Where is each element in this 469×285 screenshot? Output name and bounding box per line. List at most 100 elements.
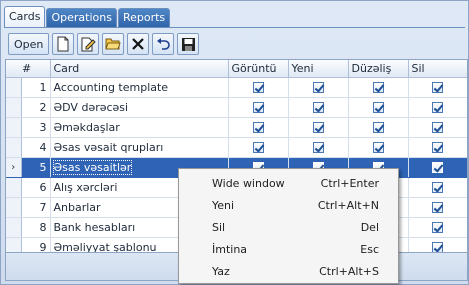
yeni-checkbox[interactable] — [312, 82, 324, 93]
sil-checkbox[interactable] — [432, 242, 443, 252]
new-button[interactable] — [52, 33, 75, 55]
sil-cell — [408, 237, 467, 252]
tab-cards[interactable]: Cards — [4, 6, 46, 28]
menu-item-wide-window[interactable]: Wide window Ctrl+Enter — [179, 172, 398, 194]
column-header-duzelis[interactable]: Düzəliş — [348, 60, 409, 78]
menu-item-shortcut: Ctrl+Alt+S — [319, 264, 379, 278]
yeni-checkbox[interactable] — [312, 142, 324, 153]
card-cell[interactable]: Əməkdaşlar — [50, 117, 229, 138]
sil-checkbox[interactable] — [432, 122, 443, 133]
table-row[interactable]: 2 ƏDV dərəcəsi — [6, 97, 467, 118]
edit-document-icon — [80, 36, 97, 52]
menu-item-label: İmtina — [212, 242, 248, 256]
goruntu-cell — [228, 137, 289, 158]
row-number: 3 — [21, 117, 51, 138]
menu-item-shortcut: Esc — [360, 242, 379, 256]
goruntu-cell — [228, 77, 289, 98]
context-menu: Wide window Ctrl+Enter Yeni Ctrl+Alt+N S… — [178, 168, 399, 284]
edit-button[interactable] — [77, 33, 100, 55]
duzelis-checkbox[interactable] — [372, 82, 384, 93]
sil-checkbox[interactable] — [432, 142, 443, 153]
menu-item-shortcut: Ctrl+Alt+N — [317, 198, 379, 212]
yeni-cell — [288, 77, 349, 98]
row-number: 7 — [21, 197, 51, 218]
open-button[interactable]: Open — [8, 33, 50, 55]
duzelis-cell — [348, 117, 409, 138]
row-number: 4 — [21, 137, 51, 158]
goruntu-checkbox[interactable] — [252, 122, 264, 133]
duzelis-checkbox[interactable] — [372, 142, 384, 153]
duzelis-checkbox[interactable] — [372, 102, 384, 113]
save-icon — [181, 37, 196, 52]
menu-item-yaz[interactable]: Yaz Ctrl+Alt+S — [179, 260, 398, 282]
table-row[interactable]: 1 Accounting template — [6, 77, 467, 98]
duzelis-cell — [348, 97, 409, 118]
card-cell[interactable]: ƏDV dərəcəsi — [50, 97, 229, 118]
card-name: Anbarlar — [53, 200, 101, 214]
sil-checkbox[interactable] — [432, 222, 443, 233]
toolbar: Open — [8, 32, 202, 56]
sil-checkbox[interactable] — [432, 182, 443, 193]
sil-checkbox[interactable] — [432, 82, 443, 93]
tab-reports[interactable]: Reports — [117, 8, 171, 28]
row-number: 9 — [21, 237, 51, 252]
menu-item-shortcut: Del — [360, 220, 379, 234]
row-number: 8 — [21, 217, 51, 238]
open-folder-button[interactable] — [102, 33, 125, 55]
row-indicator[interactable] — [6, 117, 22, 138]
yeni-checkbox[interactable] — [312, 122, 324, 133]
open-folder-icon — [105, 37, 122, 51]
yeni-cell — [288, 137, 349, 158]
tab-operations[interactable]: Operations — [46, 8, 117, 28]
goruntu-checkbox[interactable] — [252, 142, 264, 153]
row-indicator[interactable] — [6, 217, 22, 238]
menu-item-label: Sil — [212, 220, 226, 234]
yeni-checkbox[interactable] — [312, 102, 324, 113]
sil-cell — [408, 217, 467, 238]
goruntu-checkbox[interactable] — [252, 82, 264, 93]
new-document-icon — [56, 36, 70, 52]
column-header-sil[interactable]: Sil — [408, 60, 467, 78]
card-name: Əsas vəsait qrupları — [53, 140, 164, 154]
card-name: Accounting template — [53, 80, 169, 94]
sil-checkbox[interactable] — [432, 162, 443, 173]
row-indicator[interactable] — [6, 197, 22, 218]
sil-cell — [408, 157, 467, 178]
undo-button[interactable] — [152, 33, 175, 55]
delete-icon — [131, 37, 145, 51]
card-name: ƏDV dərəcəsi — [53, 100, 129, 114]
menu-item-yeni[interactable]: Yeni Ctrl+Alt+N — [179, 194, 398, 216]
row-indicator[interactable]: › — [6, 157, 22, 178]
column-header-yeni[interactable]: Yeni — [288, 60, 349, 78]
menu-item-imtina[interactable]: İmtina Esc — [179, 238, 398, 260]
tab-divider — [4, 27, 465, 28]
card-name: Bank hesabları — [53, 220, 136, 234]
sil-checkbox[interactable] — [432, 202, 443, 213]
table-row[interactable]: 4 Əsas vəsait qrupları — [6, 137, 467, 158]
row-indicator[interactable] — [6, 77, 22, 98]
menu-item-sil[interactable]: Sil Del — [179, 216, 398, 238]
table-row[interactable]: 3 Əməkdaşlar — [6, 117, 467, 138]
undo-icon — [156, 38, 171, 50]
row-indicator[interactable] — [6, 97, 22, 118]
column-header-goruntu[interactable]: Görüntü — [228, 60, 289, 78]
save-button[interactable] — [177, 33, 200, 55]
column-header-number[interactable]: # — [6, 60, 51, 78]
card-cell[interactable]: Accounting template — [50, 77, 229, 98]
card-name: Əməkdaşlar — [53, 120, 120, 134]
card-name: Əməliyyat şablonu — [53, 240, 157, 253]
card-name: Əsas vəsaitlər — [52, 159, 133, 175]
goruntu-checkbox[interactable] — [252, 102, 264, 113]
column-header-card[interactable]: Card — [50, 60, 229, 78]
sil-cell — [408, 197, 467, 218]
goruntu-cell — [228, 117, 289, 138]
row-indicator[interactable] — [6, 177, 22, 198]
duzelis-checkbox[interactable] — [372, 122, 384, 133]
sil-checkbox[interactable] — [432, 102, 443, 113]
cards-window: Cards Operations Reports Open # Card Gör… — [0, 0, 469, 285]
row-indicator[interactable] — [6, 237, 22, 252]
row-indicator[interactable] — [6, 137, 22, 158]
delete-button[interactable] — [127, 33, 150, 55]
card-cell[interactable]: Əsas vəsait qrupları — [50, 137, 229, 158]
sil-cell — [408, 177, 467, 198]
